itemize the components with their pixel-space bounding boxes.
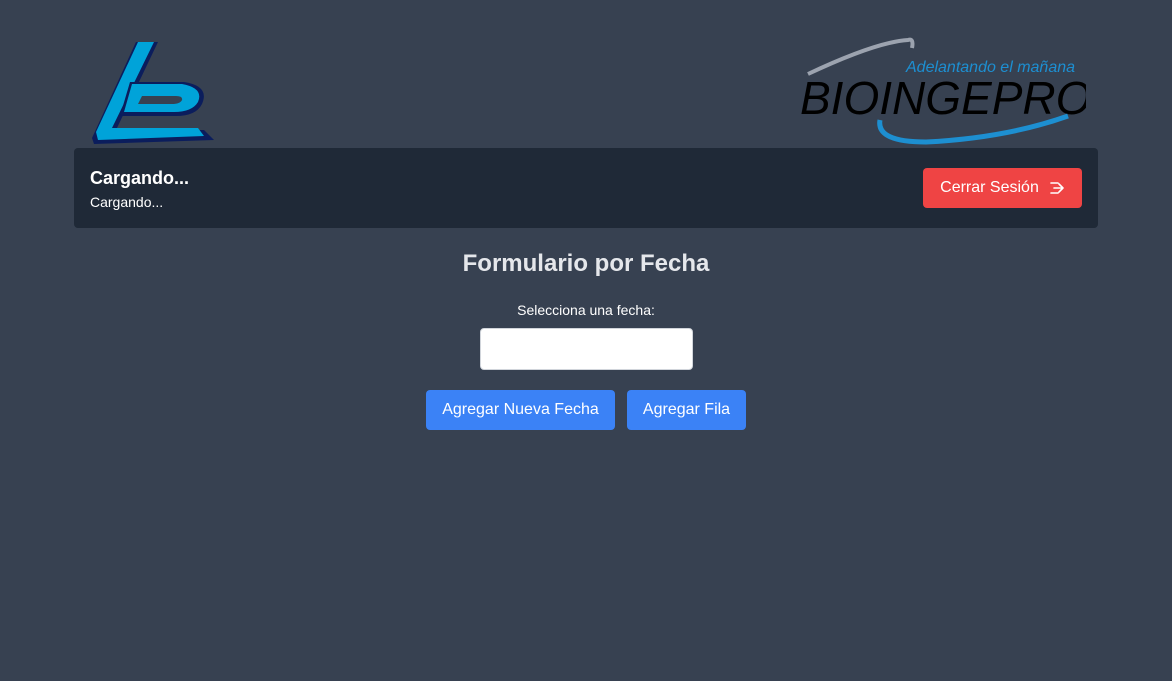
user-header-bar: Cargando... Cargando... Cerrar Sesión <box>74 148 1098 228</box>
date-label: Selecciona una fecha: <box>517 302 655 318</box>
logout-button[interactable]: Cerrar Sesión <box>923 168 1082 208</box>
logout-arrow-icon <box>1050 182 1064 194</box>
logout-button-label: Cerrar Sesión <box>940 179 1039 196</box>
logo-brand-text: BIOINGEPRO <box>800 72 1086 124</box>
date-input[interactable] <box>480 328 693 370</box>
company-logo-left <box>92 42 214 144</box>
form-title: Formulario por Fecha <box>462 250 710 277</box>
page: Adelantando el mañana BIOINGEPRO Cargand… <box>0 0 1172 681</box>
company-logo-right: Adelantando el mañana BIOINGEPRO <box>800 37 1086 145</box>
user-name: Cargando... <box>90 168 190 188</box>
add-row-button[interactable]: Agregar Fila <box>627 390 746 430</box>
add-new-date-button[interactable]: Agregar Nueva Fecha <box>426 390 615 430</box>
user-detail: Cargando... <box>90 194 164 210</box>
